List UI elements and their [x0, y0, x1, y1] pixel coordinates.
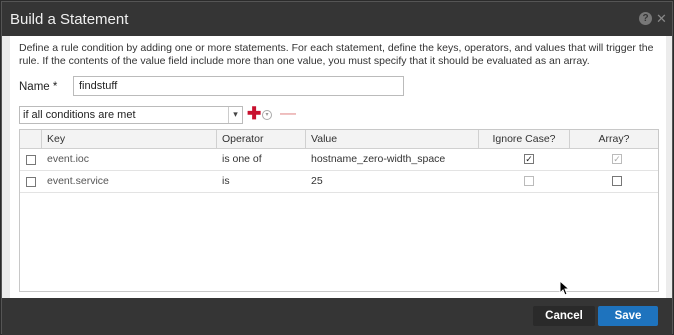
help-icon[interactable]: ? — [639, 12, 652, 25]
chevron-down-icon[interactable]: ▾ — [228, 107, 242, 123]
dialog-title: Build a Statement — [10, 11, 129, 28]
column-header-key[interactable]: Key — [42, 130, 217, 149]
row-value: hostname_zero-width_space — [311, 153, 446, 165]
close-icon[interactable]: ✕ — [655, 12, 668, 25]
select-column-header — [20, 130, 42, 149]
save-button[interactable]: Save — [598, 306, 658, 326]
column-header-array[interactable]: Array? — [570, 130, 658, 149]
grid-header: Key Operator Value Ignore Case? Array? — [20, 130, 658, 149]
condition-select[interactable]: if all conditions are met ▾ — [19, 106, 243, 124]
dialog-footer: Cancel Save — [2, 298, 672, 335]
mouse-pointer-icon — [559, 280, 571, 296]
row-key: event.ioc — [47, 153, 90, 165]
array-checkbox: ✓ — [612, 154, 622, 164]
table-row[interactable]: event.ioc is one of hostname_zero-width_… — [20, 149, 658, 171]
ignore-case-checkbox — [524, 176, 534, 186]
plus-icon[interactable]: ✚ — [247, 105, 261, 123]
row-key: event.service — [47, 175, 109, 187]
column-header-ignore-case[interactable]: Ignore Case? — [479, 130, 570, 149]
dialog-titlebar: Build a Statement ? ✕ — [2, 2, 672, 36]
name-label: Name * — [19, 81, 58, 93]
dialog-content: Define a rule condition by adding one or… — [10, 36, 666, 298]
dialog-description: Define a rule condition by adding one or… — [19, 42, 654, 67]
row-value: 25 — [311, 175, 323, 187]
row-select-checkbox[interactable] — [26, 155, 36, 165]
row-operator: is — [222, 175, 230, 187]
column-header-value[interactable]: Value — [306, 130, 479, 149]
statements-grid: Key Operator Value Ignore Case? Array? e… — [19, 129, 659, 292]
column-header-operator[interactable]: Operator — [217, 130, 306, 149]
ignore-case-checkbox[interactable]: ✓ — [524, 154, 534, 164]
build-statement-dialog: Build a Statement ? ✕ Define a rule cond… — [1, 1, 673, 335]
minus-icon[interactable]: — — [280, 105, 296, 123]
row-operator: is one of — [222, 153, 262, 165]
row-select-checkbox[interactable] — [26, 177, 36, 187]
condition-select-value: if all conditions are met — [23, 109, 136, 121]
table-row[interactable]: event.service is 25 — [20, 171, 658, 193]
array-checkbox[interactable] — [612, 176, 622, 186]
name-input[interactable] — [73, 76, 404, 96]
add-menu-chevron-down-icon[interactable]: ▾ — [262, 110, 272, 120]
cancel-button[interactable]: Cancel — [533, 306, 595, 326]
